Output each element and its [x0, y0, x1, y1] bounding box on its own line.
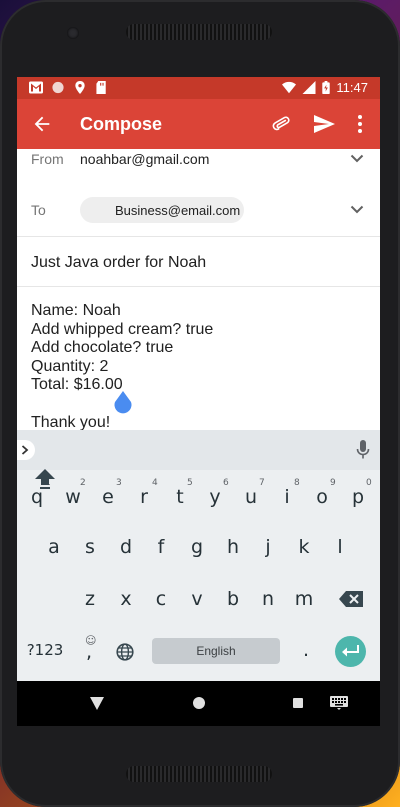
key-v[interactable]: v: [182, 581, 212, 617]
circle-notification-icon: [52, 81, 64, 94]
wifi-icon: [282, 81, 297, 94]
key-hint: 8: [294, 478, 300, 488]
to-row[interactable]: To Business@email.com: [17, 185, 380, 237]
key-hint: 9: [330, 478, 336, 488]
key-d[interactable]: d: [111, 529, 141, 565]
app-bar: Compose: [17, 99, 380, 149]
body-line: Name: Noah: [31, 302, 121, 319]
key-a[interactable]: a: [39, 529, 69, 565]
subject-field[interactable]: Just Java order for Noah: [17, 237, 380, 287]
recipient-chip-text: Business@email.com: [115, 203, 241, 218]
globe-icon[interactable]: [116, 643, 134, 661]
enter-arrow-icon: [342, 645, 359, 657]
key-l[interactable]: l: [325, 529, 355, 565]
key-h[interactable]: h: [218, 529, 248, 565]
location-icon: [75, 81, 85, 94]
key-c[interactable]: c: [146, 581, 176, 617]
emoji-hint-icon: ☺: [85, 634, 97, 647]
sd-card-icon: [96, 81, 106, 94]
body-line: Add whipped cream? true: [31, 320, 214, 338]
phone-frame: 11:47 Compose From noahbar@gmail.com To …: [0, 0, 400, 807]
send-icon[interactable]: [312, 112, 336, 136]
chevron-right-icon: [21, 445, 29, 455]
key-x[interactable]: x: [111, 581, 141, 617]
from-label: From: [31, 151, 64, 167]
keyboard-suggestion-strip: [17, 430, 380, 470]
key-hint: 0: [366, 478, 372, 488]
status-bar: 11:47: [17, 77, 380, 99]
more-vert-icon[interactable]: [355, 112, 365, 136]
gmail-notification-icon: [29, 81, 43, 94]
expand-toolbar-button[interactable]: [17, 440, 35, 460]
key-k[interactable]: k: [289, 529, 319, 565]
subject-text: Just Java order for Noah: [31, 254, 207, 271]
key-b[interactable]: b: [218, 581, 248, 617]
key-g[interactable]: g: [182, 529, 212, 565]
body-line: Quantity: 2: [31, 357, 109, 375]
symbols-key[interactable]: ?123: [25, 632, 65, 668]
body-line: Add chocolate? true: [31, 339, 174, 357]
key-n[interactable]: n: [253, 581, 283, 617]
status-time: 11:47: [336, 80, 368, 95]
key-hint: 5: [187, 478, 193, 488]
key-hint: 7: [259, 478, 265, 488]
key-f[interactable]: f: [146, 529, 176, 565]
key-z[interactable]: z: [75, 581, 105, 617]
period-key[interactable]: .: [291, 632, 321, 668]
key-hint: 4: [152, 478, 158, 488]
microphone-icon[interactable]: [356, 440, 370, 460]
nav-home-icon[interactable]: [193, 697, 205, 709]
key-s[interactable]: s: [75, 529, 105, 565]
from-row[interactable]: From noahbar@gmail.com: [17, 149, 380, 169]
space-bar[interactable]: English: [152, 638, 280, 664]
shift-icon[interactable]: [34, 468, 56, 490]
key-m[interactable]: m: [289, 581, 319, 617]
attachment-icon[interactable]: [269, 112, 293, 136]
enter-key[interactable]: [335, 636, 366, 667]
nav-back-icon[interactable]: [90, 697, 104, 710]
page-title: Compose: [80, 114, 163, 134]
chevron-down-icon[interactable]: [350, 154, 364, 164]
key-hint: 6: [223, 478, 229, 488]
soft-keyboard: q w e r t y u i o p 1 2 3 4 5 6 7 8 9 0 …: [17, 430, 380, 681]
nav-recents-icon[interactable]: [293, 698, 303, 708]
signal-icon: [302, 81, 316, 94]
battery-icon: [322, 81, 331, 94]
chevron-down-icon[interactable]: [350, 205, 364, 215]
key-j[interactable]: j: [253, 529, 283, 565]
recipient-chip[interactable]: Business@email.com: [80, 197, 244, 223]
front-camera: [67, 27, 79, 39]
screen: 11:47 Compose From noahbar@gmail.com To …: [17, 77, 380, 726]
back-arrow-icon[interactable]: [31, 113, 53, 135]
key-hint: 2: [80, 478, 86, 488]
to-label: To: [31, 202, 46, 218]
key-hint: 3: [116, 478, 122, 488]
top-speaker-grille: [126, 24, 272, 40]
text-cursor-handle[interactable]: [114, 391, 132, 415]
system-nav-bar: [17, 681, 380, 726]
backspace-icon[interactable]: [339, 591, 363, 607]
keyboard-switch-icon[interactable]: [330, 696, 348, 710]
from-value: noahbar@gmail.com: [80, 151, 210, 167]
bottom-speaker-grille: [126, 766, 272, 782]
